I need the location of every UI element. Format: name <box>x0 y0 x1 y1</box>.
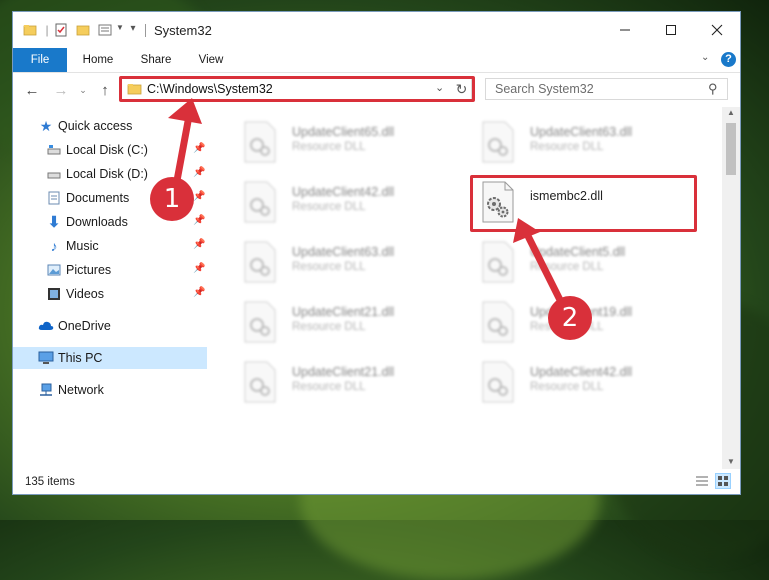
callout-badge-1: 1 <box>150 177 194 221</box>
callout-badge-2: 2 <box>548 296 592 340</box>
arrow-1-shaft <box>172 112 193 190</box>
arrow-2-shaft <box>523 230 564 304</box>
arrow-1-head <box>168 98 202 124</box>
annotation-arrows <box>168 98 564 304</box>
